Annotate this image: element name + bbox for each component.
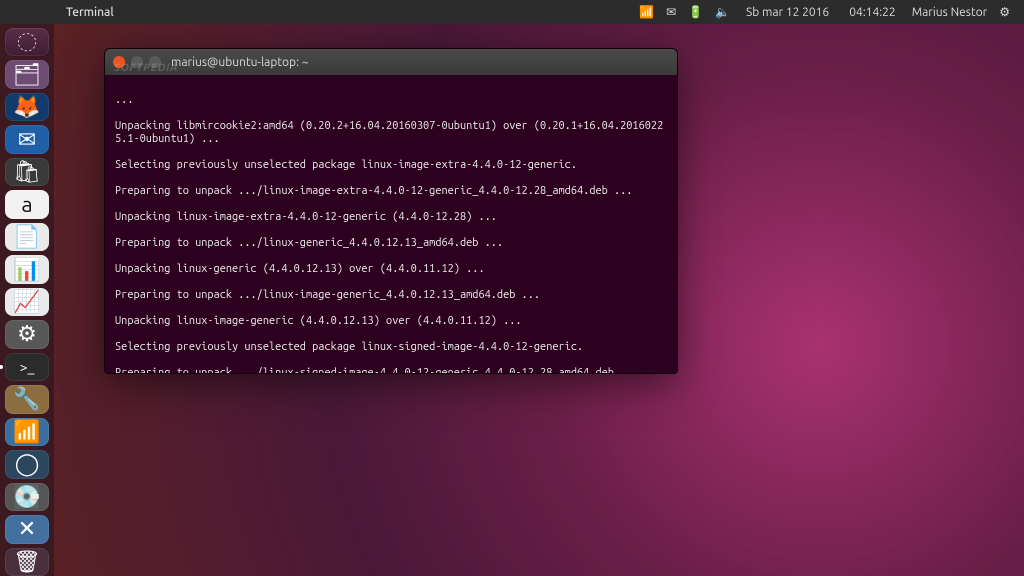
calc-icon[interactable]: 📊 xyxy=(5,255,49,283)
terminal-window[interactable]: marius@ubuntu-laptop: ~ ... Unpacking li… xyxy=(104,48,678,374)
unity-launcher: ◌ 🗂 🦊 ✉ 🛍 a 📄 📊 📈 ⚙ >_ 🔧 📶 ◯ 💽 ✕ 🗑 xyxy=(0,24,54,576)
term-line: Unpacking linux-image-generic (4.4.0.12.… xyxy=(115,315,667,328)
files-icon[interactable]: 🗂 xyxy=(5,60,49,88)
clock-date[interactable]: Sb mar 12 2016 xyxy=(746,6,829,19)
firefox-icon[interactable]: 🦊 xyxy=(5,93,49,121)
sound-icon[interactable]: 🔈 xyxy=(715,5,730,19)
amazon-icon[interactable]: a xyxy=(5,190,49,218)
term-line: Preparing to unpack .../linux-image-extr… xyxy=(115,185,667,198)
terminal-icon[interactable]: >_ xyxy=(5,353,49,381)
tools-icon[interactable]: 🔧 xyxy=(5,385,49,413)
term-line: Preparing to unpack .../linux-signed-ima… xyxy=(115,367,667,374)
dash-icon[interactable]: ◌ xyxy=(5,28,49,56)
close-icon[interactable] xyxy=(113,56,125,68)
top-panel: Terminal 📶 ✉ 🔋 🔈 Sb mar 12 2016 04:14:22… xyxy=(0,0,1024,24)
term-line: Unpacking libmircookie2:amd64 (0.20.2+16… xyxy=(115,120,667,146)
thunderbird-icon[interactable]: ✉ xyxy=(5,125,49,153)
mail-icon[interactable]: ✉ xyxy=(666,5,676,19)
gear-icon[interactable]: ⚙ xyxy=(999,5,1010,19)
term-line: Unpacking linux-generic (4.4.0.12.13) ov… xyxy=(115,263,667,276)
writer-icon[interactable]: 📄 xyxy=(5,223,49,251)
terminal-body[interactable]: ... Unpacking libmircookie2:amd64 (0.20.… xyxy=(105,75,677,374)
disks-icon[interactable]: 💽 xyxy=(5,483,49,511)
term-line: Selecting previously unselected package … xyxy=(115,159,667,172)
steam-icon[interactable]: ◯ xyxy=(5,450,49,478)
battery-icon[interactable]: 🔋 xyxy=(688,5,703,19)
term-line: Unpacking linux-image-extra-4.4.0-12-gen… xyxy=(115,211,667,224)
active-app-title: Terminal xyxy=(66,6,114,19)
term-line: Preparing to unpack .../linux-generic_4.… xyxy=(115,237,667,250)
term-line: Preparing to unpack .../linux-image-gene… xyxy=(115,289,667,302)
settings-icon[interactable]: ⚙ xyxy=(5,320,49,348)
minimize-icon[interactable] xyxy=(131,56,143,68)
terminal-title: marius@ubuntu-laptop: ~ xyxy=(171,56,309,69)
impress-icon[interactable]: 📈 xyxy=(5,288,49,316)
term-line: Selecting previously unselected package … xyxy=(115,341,667,354)
trash-icon[interactable]: 🗑 xyxy=(5,548,49,576)
sysmon-icon[interactable]: 📶 xyxy=(5,418,49,446)
user-name[interactable]: Marius Nestor xyxy=(912,6,988,19)
network-icon[interactable]: 📶 xyxy=(639,5,654,19)
xapp-icon[interactable]: ✕ xyxy=(5,515,49,543)
clock-time[interactable]: 04:14:22 xyxy=(849,6,896,19)
maximize-icon[interactable] xyxy=(149,56,161,68)
terminal-titlebar[interactable]: marius@ubuntu-laptop: ~ xyxy=(105,49,677,75)
software-icon[interactable]: 🛍 xyxy=(5,158,49,186)
term-line: ... xyxy=(115,94,667,107)
